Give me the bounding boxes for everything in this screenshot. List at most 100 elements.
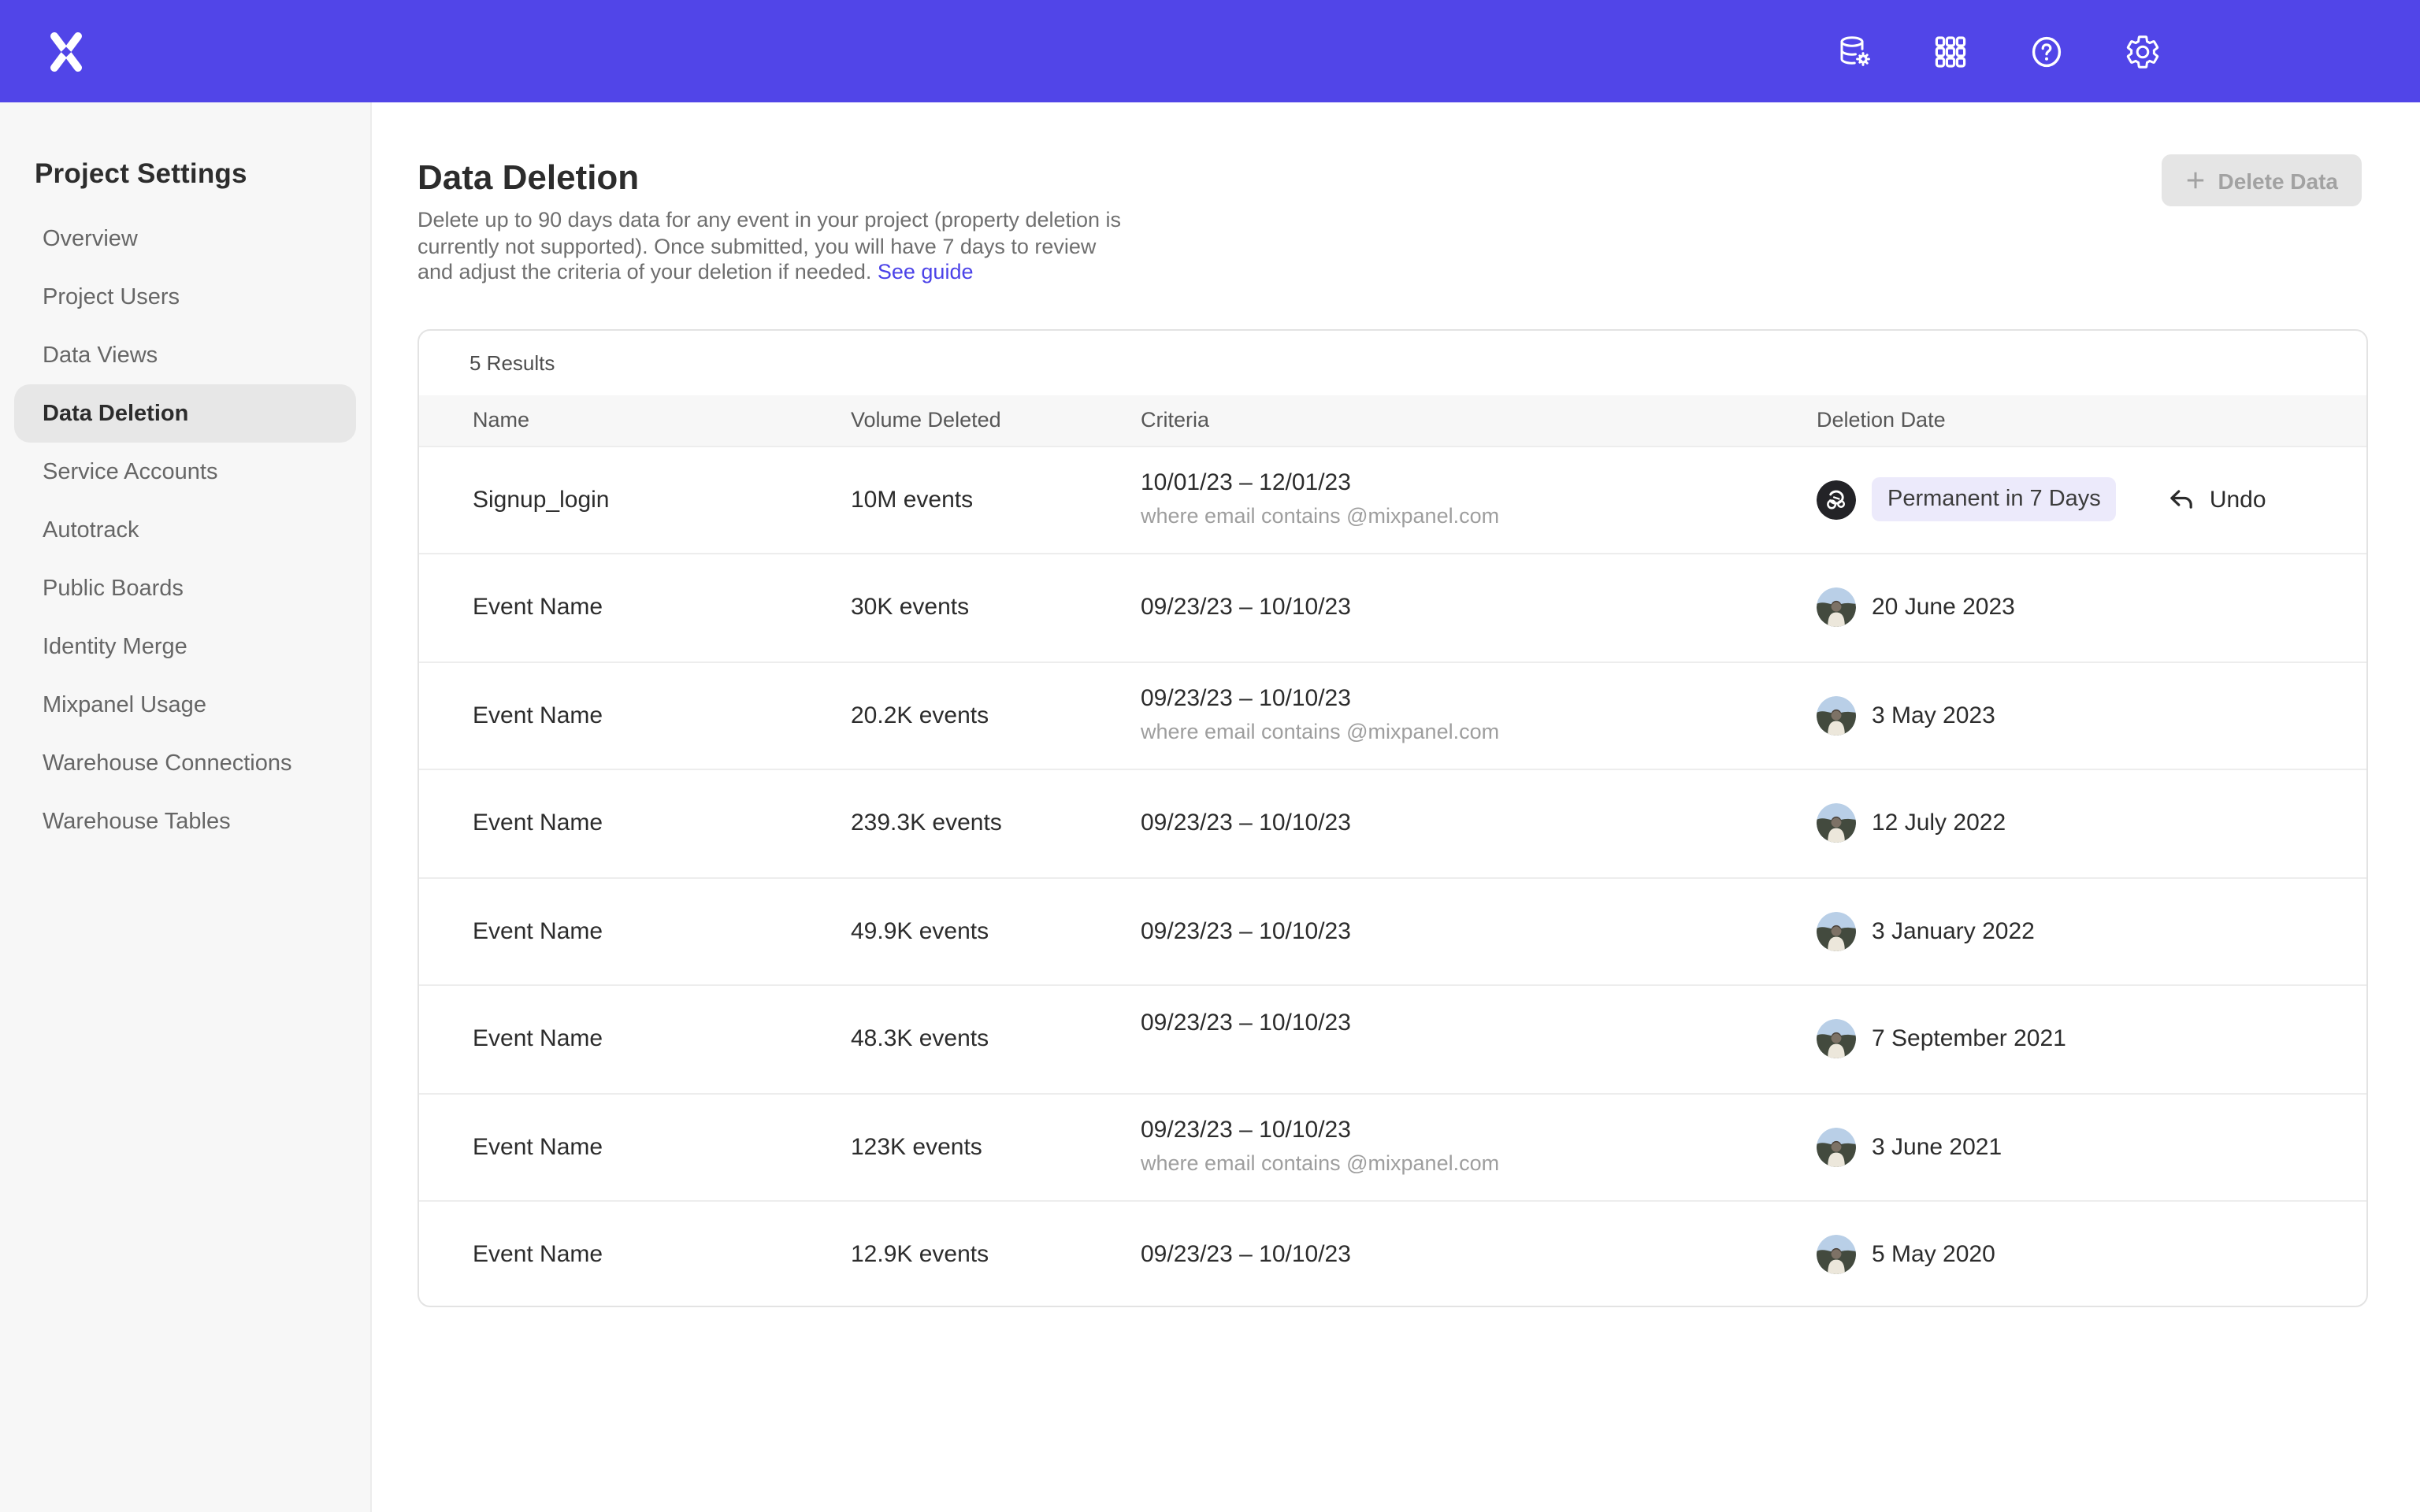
row-deletion-date: 7 September 2021 [1817,986,2366,1092]
table-header-row: Name Volume Deleted Criteria Deletion Da… [419,395,2366,445]
row-deletion-date: 3 May 2023 [1817,662,2366,769]
row-name: Event Name [473,1094,851,1200]
main-content: Data Deletion Delete up to 90 days data … [372,102,2420,1512]
criteria-date-range: 10/01/23 – 12/01/23 [1141,470,1351,497]
settings-gear-icon[interactable] [2124,32,2162,70]
criteria-date-range: 09/23/23 – 10/10/23 [1141,686,1351,713]
deletion-date: 3 May 2023 [1872,702,1995,729]
row-deletion-date: 12 July 2022 [1817,770,2366,876]
row-criteria: 09/23/23 – 10/10/23 where email contains… [1141,1094,1817,1200]
criteria-date-range: 09/23/23 – 10/10/23 [1141,810,1351,837]
table-row: Event Name 48.3K events 09/23/23 – 10/10… [419,984,2366,1092]
row-criteria: 09/23/23 – 10/10/23 [1141,1202,1817,1306]
results-count: 5 Results [419,330,2366,395]
app-window: Project Settings Overview Project Users … [0,0,2420,1512]
delete-data-button-label: Delete Data [2218,168,2338,193]
row-name: Event Name [473,554,851,661]
row-name: Signup_login [473,447,851,553]
user-avatar [1817,804,1856,843]
sidebar-item-mixpanel-usage[interactable]: Mixpanel Usage [14,676,356,734]
user-avatar [1817,1128,1856,1167]
user-avatar [1817,1020,1856,1059]
undo-button[interactable]: Undo [2167,485,2266,515]
help-icon[interactable] [2028,32,2066,70]
row-criteria: 09/23/23 – 10/10/23 [1141,554,1817,661]
top-navigation-bar [0,0,2420,102]
row-criteria: 09/23/23 – 10/10/23 [1141,878,1817,984]
criteria-date-range: 09/23/23 – 10/10/23 [1141,918,1351,945]
deletion-date: 20 June 2023 [1872,595,2015,621]
sidebar-item-identity-merge[interactable]: Identity Merge [14,617,356,676]
row-deletion-date: Permanent in 7 Days Undo [1817,447,2366,553]
deletion-date: 3 June 2021 [1872,1134,2002,1161]
row-criteria: 10/01/23 – 12/01/23 where email contains… [1141,447,1817,553]
column-header-deletion-date: Deletion Date [1817,408,2366,432]
row-name: Event Name [473,986,851,1092]
criteria-date-range: 09/23/23 – 10/10/23 [1141,595,1351,621]
criteria-filter: where email contains @mixpanel.com [1141,505,1499,530]
criteria-filter: where email contains @mixpanel.com [1141,1152,1499,1177]
sidebar-item-data-views[interactable]: Data Views [14,326,356,384]
user-avatar [1817,696,1856,736]
table-row: Event Name 123K events 09/23/23 – 10/10/… [419,1092,2366,1200]
row-criteria: 09/23/23 – 10/10/23 [1141,986,1817,1092]
deletion-date: 12 July 2022 [1872,810,2006,837]
mixpanel-logo-icon[interactable] [46,30,87,74]
row-volume: 10M events [851,447,1141,553]
row-volume: 49.9K events [851,878,1141,984]
undo-label: Undo [2210,487,2266,513]
table-row: Event Name 49.9K events 09/23/23 – 10/10… [419,876,2366,984]
row-criteria: 09/23/23 – 10/10/23 [1141,770,1817,876]
row-name: Event Name [473,770,851,876]
sidebar-item-data-deletion[interactable]: Data Deletion [14,384,356,443]
criteria-date-range: 09/23/23 – 10/10/23 [1141,1010,1351,1036]
deletion-table-card: 5 Results Name Volume Deleted Criteria D… [418,328,2368,1306]
user-avatar-sketch [1817,480,1856,520]
sidebar-item-overview[interactable]: Overview [14,209,356,268]
table-row: Event Name 30K events 09/23/23 – 10/10/2… [419,553,2366,661]
row-volume: 20.2K events [851,662,1141,769]
column-header-volume: Volume Deleted [851,408,1141,432]
sidebar-item-autotrack[interactable]: Autotrack [14,501,356,559]
criteria-date-range: 09/23/23 – 10/10/23 [1141,1242,1351,1269]
row-deletion-date: 20 June 2023 [1817,554,2366,661]
see-guide-link[interactable]: See guide [878,260,974,284]
sidebar-item-warehouse-connections[interactable]: Warehouse Connections [14,734,356,792]
row-deletion-date: 3 January 2022 [1817,878,2366,984]
sidebar-nav: Overview Project Users Data Views Data D… [0,209,370,850]
deletion-date: 5 May 2020 [1872,1242,1995,1269]
criteria-filter: where email contains @mixpanel.com [1141,721,1499,746]
row-volume: 123K events [851,1094,1141,1200]
user-avatar [1817,912,1856,951]
user-avatar [1817,1236,1856,1275]
row-name: Event Name [473,662,851,769]
sidebar-item-service-accounts[interactable]: Service Accounts [14,443,356,501]
row-name: Event Name [473,1202,851,1306]
page-description: Delete up to 90 days data for any event … [418,208,1130,286]
row-volume: 30K events [851,554,1141,661]
column-header-name: Name [473,408,851,432]
page-description-text: Delete up to 90 days data for any event … [418,208,1121,284]
criteria-date-range: 09/23/23 – 10/10/23 [1141,1117,1351,1144]
sidebar: Project Settings Overview Project Users … [0,102,372,1512]
row-volume: 48.3K events [851,986,1141,1092]
row-volume: 12.9K events [851,1202,1141,1306]
user-avatar [1817,588,1856,628]
undo-icon [2167,485,2197,515]
row-deletion-date: 5 May 2020 [1817,1202,2366,1306]
sidebar-item-project-users[interactable]: Project Users [14,268,356,326]
deletion-date: 7 September 2021 [1872,1026,2066,1053]
data-settings-icon[interactable] [1835,32,1873,70]
page-title: Data Deletion [418,158,2420,198]
row-criteria: 09/23/23 – 10/10/23 where email contains… [1141,662,1817,769]
table-row: Event Name 20.2K events 09/23/23 – 10/10… [419,661,2366,769]
sidebar-heading: Project Settings [0,158,370,191]
apps-grid-icon[interactable] [1932,32,1969,70]
table-row: Event Name 12.9K events 09/23/23 – 10/10… [419,1200,2366,1306]
deletion-date: 3 January 2022 [1872,918,2035,945]
sidebar-item-public-boards[interactable]: Public Boards [14,559,356,617]
sidebar-item-warehouse-tables[interactable]: Warehouse Tables [14,792,356,850]
row-deletion-date: 3 June 2021 [1817,1094,2366,1200]
delete-data-button[interactable]: Delete Data [2161,154,2362,206]
table-row: Signup_login 10M events 10/01/23 – 12/01… [419,445,2366,553]
